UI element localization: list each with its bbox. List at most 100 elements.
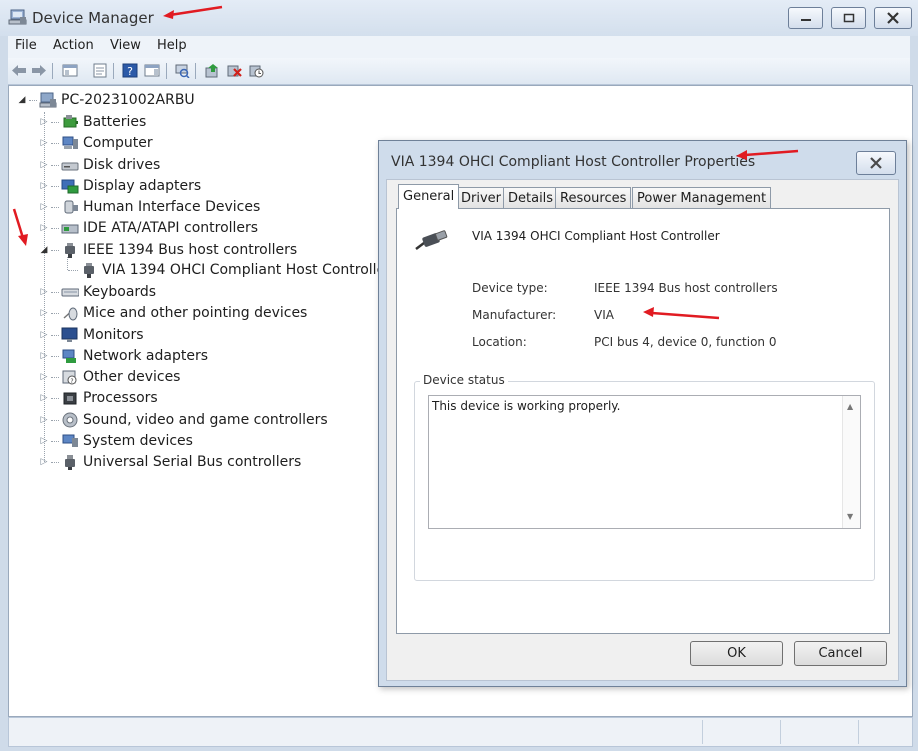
toolbar-separator xyxy=(166,63,167,79)
expand-arrow-icon[interactable]: ▷ xyxy=(38,307,50,319)
annotation-arrow-dialog-title xyxy=(736,149,799,160)
expand-arrow-icon[interactable]: ▷ xyxy=(38,159,50,171)
tree-item-label: Universal Serial Bus controllers xyxy=(83,454,302,470)
expand-arrow-icon[interactable]: ▷ xyxy=(38,456,50,468)
tree-item-other-devices[interactable]: ▷? Other devices xyxy=(38,368,181,386)
tree-item-label: Batteries xyxy=(83,114,147,130)
tree-item-firewire[interactable]: ◢ IEEE 1394 Bus host controllers xyxy=(38,241,297,259)
title-bar[interactable]: Device Manager xyxy=(0,0,918,36)
expand-arrow-icon[interactable]: ▷ xyxy=(38,392,50,404)
expand-arrow-icon[interactable]: ▷ xyxy=(38,180,50,192)
ide-controller-icon xyxy=(61,220,79,236)
computer-root-icon xyxy=(39,92,57,108)
cancel-button[interactable]: Cancel xyxy=(794,641,887,666)
show-action-pane-icon[interactable] xyxy=(144,63,160,78)
menu-file[interactable]: File xyxy=(15,38,37,53)
tree-item-display-adapter[interactable]: ▷ Display adapters xyxy=(38,177,202,195)
location-value: PCI bus 4, device 0, function 0 xyxy=(594,335,777,349)
tree-item-monitor[interactable]: ▷ Monitors xyxy=(38,326,144,344)
tab-details[interactable]: Details xyxy=(503,187,559,208)
tab-driver[interactable]: Driver xyxy=(456,187,507,208)
firewire-device-large-icon xyxy=(414,227,450,257)
tree-item-label: Keyboards xyxy=(83,284,157,300)
forward-arrow-icon[interactable] xyxy=(31,63,47,78)
monitor-icon xyxy=(61,327,79,343)
ok-button[interactable]: OK xyxy=(690,641,783,666)
sound-icon xyxy=(61,412,79,428)
tree-item-label: Display adapters xyxy=(83,178,202,194)
hid-icon xyxy=(61,199,79,215)
firewire-device-icon xyxy=(80,262,98,278)
back-arrow-icon[interactable] xyxy=(11,63,27,78)
expand-arrow-icon[interactable]: ▷ xyxy=(38,371,50,383)
expand-arrow-icon[interactable]: ▷ xyxy=(38,435,50,447)
tree-item-hid[interactable]: ▷ Human Interface Devices xyxy=(38,198,261,216)
device-status-textbox[interactable]: This device is working properly. ▲ ▼ xyxy=(428,395,861,529)
dialog-title: VIA 1394 OHCI Compliant Host Controller … xyxy=(391,154,756,170)
tree-item-keyboard[interactable]: ▷ Keyboards xyxy=(38,283,157,301)
close-icon xyxy=(887,12,899,24)
scan-hardware-icon[interactable] xyxy=(174,63,190,78)
uninstall-device-icon[interactable] xyxy=(226,63,242,78)
tree-item-label: Monitors xyxy=(83,327,144,343)
tree-item-sound[interactable]: ▷ Sound, video and game controllers xyxy=(38,411,328,429)
tree-item-computer[interactable]: ▷ Computer xyxy=(38,134,153,152)
window-title: Device Manager xyxy=(32,9,154,27)
menu-bar: File Action View Help xyxy=(8,36,910,58)
tree-item-processor[interactable]: ▷ Processors xyxy=(38,389,158,407)
collapse-arrow-icon[interactable]: ◢ xyxy=(16,94,28,106)
update-driver-icon[interactable] xyxy=(204,63,220,78)
tree-item-label: Other devices xyxy=(83,369,181,385)
minimize-icon xyxy=(800,19,811,21)
dialog-close-button[interactable] xyxy=(856,151,896,175)
expand-arrow-icon[interactable]: ▷ xyxy=(38,137,50,149)
tree-item-system-devices[interactable]: ▷ System devices xyxy=(38,432,193,450)
tree-item-mouse[interactable]: ▷ Mice and other pointing devices xyxy=(38,304,308,322)
status-scrollbar[interactable]: ▲ ▼ xyxy=(842,396,860,528)
device-status-group: Device status This device is working pro… xyxy=(414,373,875,581)
minimize-button[interactable] xyxy=(788,7,823,29)
tab-power-management[interactable]: Power Management xyxy=(632,187,772,208)
tree-child-via-controller[interactable]: VIA 1394 OHCI Compliant Host Controller xyxy=(68,261,391,279)
maximize-button[interactable] xyxy=(831,7,866,29)
menu-view[interactable]: View xyxy=(110,38,141,53)
expand-arrow-icon[interactable]: ▷ xyxy=(38,350,50,362)
tree-item-label: Processors xyxy=(83,390,158,406)
collapse-arrow-icon[interactable]: ◢ xyxy=(38,244,50,256)
tree-item-network-adapter[interactable]: ▷ Network adapters xyxy=(38,347,208,365)
tree-item-battery[interactable]: ▷ Batteries xyxy=(38,113,147,131)
properties-dialog: VIA 1394 OHCI Compliant Host Controller … xyxy=(378,140,907,687)
menu-action[interactable]: Action xyxy=(53,38,94,53)
usb-icon xyxy=(61,454,79,470)
expand-arrow-icon[interactable]: ▷ xyxy=(38,286,50,298)
tree-item-ide-controller[interactable]: ▷ IDE ATA/ATAPI controllers xyxy=(38,219,259,237)
maximize-icon xyxy=(843,13,854,23)
expand-arrow-icon[interactable]: ▷ xyxy=(38,414,50,426)
display-adapter-icon xyxy=(61,178,79,194)
scroll-up-icon[interactable]: ▲ xyxy=(847,402,853,411)
expand-arrow-icon[interactable]: ▷ xyxy=(38,329,50,341)
expand-arrow-icon[interactable]: ▷ xyxy=(38,116,50,128)
menu-help[interactable]: Help xyxy=(157,38,187,53)
toolbar-separator xyxy=(113,63,114,79)
device-type-label: Device type: xyxy=(472,281,548,295)
help-icon[interactable]: ? xyxy=(122,63,138,78)
tab-resources[interactable]: Resources xyxy=(555,187,632,208)
scroll-down-icon[interactable]: ▼ xyxy=(847,512,853,521)
tab-general[interactable]: General xyxy=(398,184,460,209)
annotation-arrow-title xyxy=(163,5,223,19)
show-hide-console-tree-icon[interactable] xyxy=(62,63,78,78)
properties-icon[interactable] xyxy=(92,63,108,78)
processor-icon xyxy=(61,390,79,406)
device-manager-icon xyxy=(8,8,28,30)
expand-arrow-icon[interactable]: ▷ xyxy=(38,222,50,234)
battery-icon xyxy=(61,114,79,130)
disable-device-icon[interactable] xyxy=(248,63,264,78)
status-bar xyxy=(8,717,913,747)
expand-arrow-icon[interactable]: ▷ xyxy=(38,201,50,213)
tree-item-label: Disk drives xyxy=(83,157,161,173)
tree-root[interactable]: ◢ PC-20231002ARBU xyxy=(16,91,195,109)
tree-item-usb[interactable]: ▷ Universal Serial Bus controllers xyxy=(38,453,301,471)
tree-item-disk-drive[interactable]: ▷ Disk drives xyxy=(38,156,161,174)
close-button[interactable] xyxy=(874,7,912,29)
